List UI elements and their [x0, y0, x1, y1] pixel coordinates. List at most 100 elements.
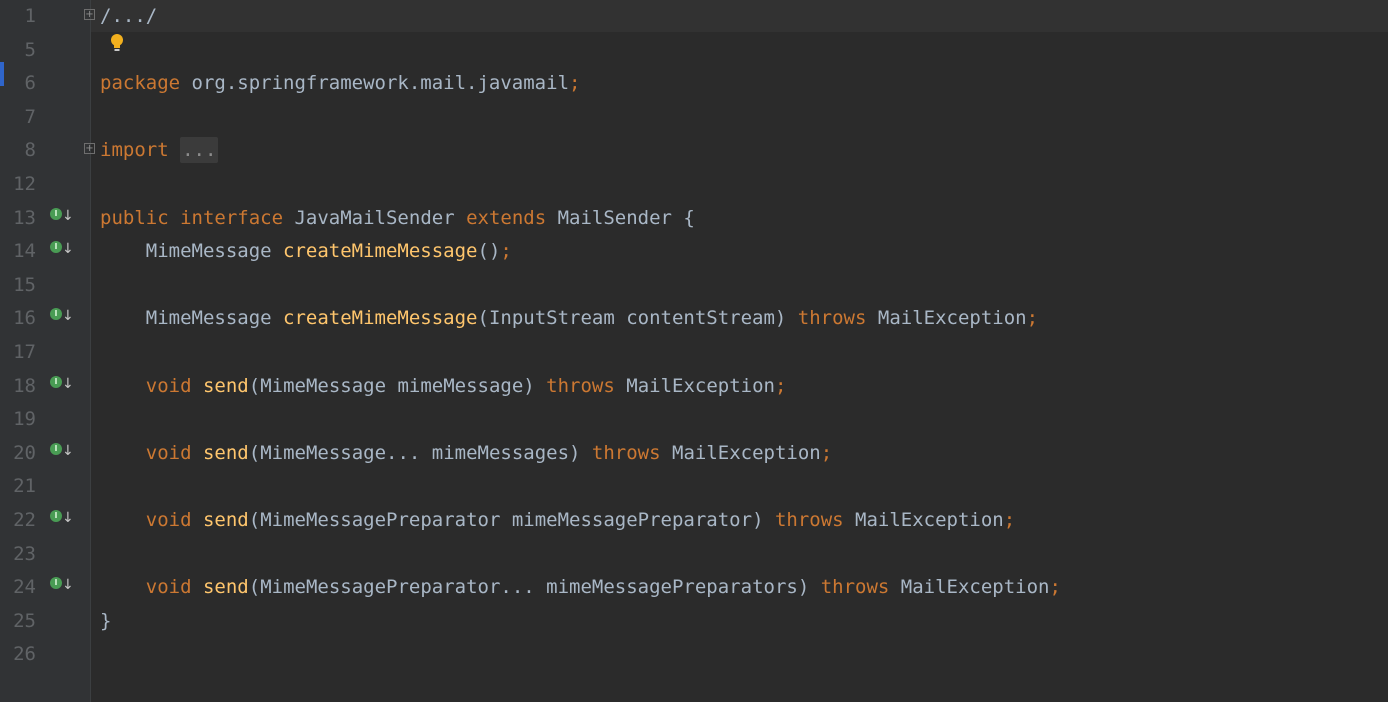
code-token: ; [1003, 509, 1016, 531]
code-line[interactable]: 21 [0, 470, 1388, 503]
line-number[interactable]: 25 [0, 605, 36, 638]
code-text: import ... [100, 134, 219, 167]
code-token: ; [500, 240, 512, 263]
line-number[interactable]: 20 [0, 437, 36, 470]
code-token: public [100, 206, 169, 229]
code-token: MailException [843, 509, 1004, 531]
line-number[interactable]: 23 [0, 538, 36, 571]
code-text: void send(MimeMessagePreparator mimeMess… [100, 504, 1015, 537]
implemented-method-icon[interactable]: I ↓ [50, 375, 74, 396]
code-text: public interface JavaMailSender extends … [100, 202, 695, 235]
code-token: void [145, 576, 192, 599]
code-token: void [145, 374, 192, 397]
code-token: send [202, 441, 249, 464]
code-line[interactable]: 6 package org.springframework.mail.javama… [0, 67, 1388, 100]
code-line[interactable]: 1 + /.../ [0, 0, 1388, 33]
line-number[interactable]: 22 [0, 504, 36, 537]
code-token: /.../ [100, 5, 158, 27]
code-line[interactable]: 17 [0, 336, 1388, 369]
code-token: JavaMailSender [283, 206, 467, 229]
code-text: } [100, 605, 111, 638]
code-line[interactable]: 22 I ↓ void send(MimeMessagePreparator mim… [0, 504, 1388, 537]
code-token: ; [1049, 576, 1061, 599]
line-number[interactable]: 1 [0, 0, 36, 33]
line-number[interactable]: 14 [0, 235, 36, 268]
implemented-method-icon[interactable]: I ↓ [50, 577, 74, 597]
code-token: MailException [660, 441, 821, 464]
code-text: package org.springframework.mail.javamai… [100, 67, 580, 100]
code-line[interactable]: 26 [0, 638, 1388, 671]
code-token: () [477, 240, 501, 263]
line-number[interactable]: 26 [0, 638, 36, 671]
line-number[interactable]: 24 [0, 571, 36, 604]
implemented-method-icon[interactable]: I ↓ [50, 308, 74, 328]
code-token: (InputStream contentStream) [477, 307, 798, 330]
code-token: org.springframework.mail.javamail [180, 72, 570, 95]
line-number[interactable]: 16 [0, 302, 36, 335]
code-line[interactable]: 8 + import ... [0, 134, 1388, 167]
line-number[interactable]: 6 [0, 67, 36, 100]
code-token: MailException [614, 374, 775, 397]
code-token: throws [591, 441, 661, 464]
code-line[interactable]: 19 [0, 403, 1388, 436]
code-line[interactable]: 5 [0, 34, 1388, 67]
line-number[interactable]: 15 [0, 269, 36, 302]
code-line[interactable]: 13 I ↓ public interface JavaMailSender exte… [0, 202, 1388, 235]
code-line[interactable]: 16 I ↓ MimeMessage createMimeMessage(Input… [0, 302, 1388, 335]
implemented-method-icon[interactable]: I ↓ [50, 241, 74, 261]
code-token: package [100, 72, 181, 95]
code-token: } [100, 609, 112, 632]
code-token: MimeMessage [100, 307, 284, 330]
code-line[interactable]: 12 [0, 168, 1388, 201]
implemented-method-icon[interactable]: I ↓ [50, 510, 74, 530]
line-number[interactable]: 17 [0, 336, 36, 369]
line-number[interactable]: 8 [0, 134, 36, 167]
code-token: throws [797, 307, 867, 330]
code-token: void [145, 441, 192, 464]
folded-region[interactable]: ... [180, 137, 219, 164]
implemented-method-icon[interactable]: I ↓ [50, 207, 74, 228]
code-line[interactable]: 18 I ↓ void send(MimeMessage mimeMessage) … [0, 370, 1388, 403]
code-token: (MimeMessagePreparator mimeMessagePrepar… [248, 509, 775, 531]
code-line[interactable]: 14 I ↓ MimeMessage createMimeMessage(); [0, 235, 1388, 268]
line-number[interactable]: 12 [0, 168, 36, 201]
code-line[interactable]: 15 [0, 269, 1388, 302]
code-line[interactable]: 7 [0, 101, 1388, 134]
code-token: ; [774, 374, 787, 397]
lightbulb-icon[interactable] [108, 32, 126, 54]
code-text: void send(MimeMessagePreparator... mimeM… [100, 571, 1061, 604]
code-token: ; [820, 441, 833, 464]
code-token: createMimeMessage [283, 307, 478, 330]
implemented-method-icon[interactable]: I ↓ [50, 442, 74, 463]
line-number[interactable]: 21 [0, 470, 36, 503]
code-line[interactable]: 23 [0, 538, 1388, 571]
code-token: send [202, 509, 249, 531]
code-line[interactable]: 24 I ↓ void send(MimeMessagePreparator... … [0, 571, 1388, 604]
code-token: (MimeMessagePreparator... mimeMessagePre… [248, 576, 821, 599]
code-token: send [202, 576, 249, 599]
code-token: send [202, 374, 249, 397]
code-text: MimeMessage createMimeMessage(InputStrea… [100, 302, 1038, 335]
code-token: (MimeMessage... mimeMessages) [248, 441, 592, 464]
code-line[interactable]: 25} [0, 605, 1388, 638]
line-number[interactable]: 7 [0, 101, 36, 134]
line-number[interactable]: 19 [0, 403, 36, 436]
code-token: createMimeMessage [283, 240, 478, 263]
code-text: MimeMessage createMimeMessage(); [100, 235, 512, 268]
code-token: throws [546, 374, 615, 397]
code-line[interactable]: 20 I ↓ void send(MimeMessage... mimeMessag… [0, 437, 1388, 470]
line-number[interactable]: 18 [0, 370, 36, 403]
code-token: ; [1026, 307, 1039, 330]
fold-toggle-icon[interactable]: + [84, 143, 95, 155]
code-text: void send(MimeMessage... mimeMessages) t… [100, 437, 832, 470]
line-number[interactable]: 13 [0, 202, 36, 235]
line-number[interactable]: 5 [0, 34, 36, 67]
fold-toggle-icon[interactable]: + [84, 9, 95, 20]
